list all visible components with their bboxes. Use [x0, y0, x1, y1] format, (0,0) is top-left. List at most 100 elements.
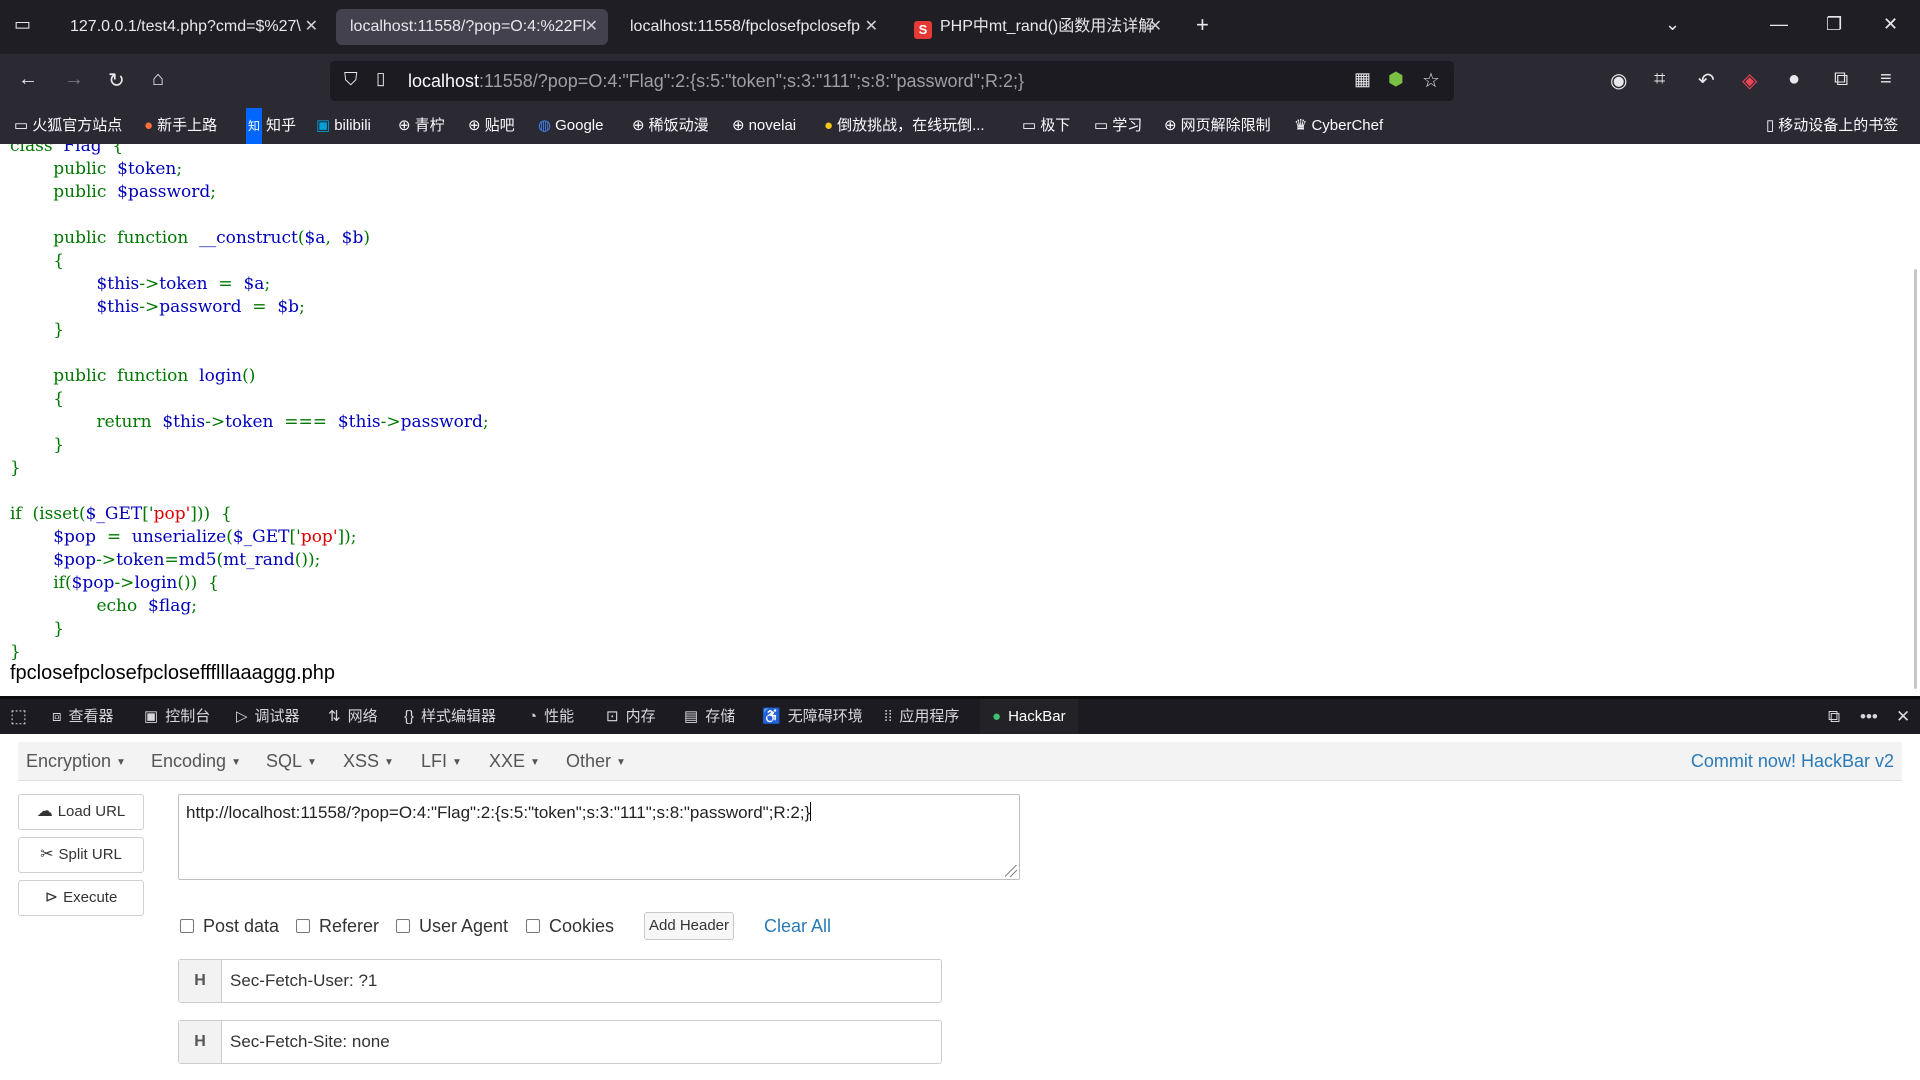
extension-badge-icon[interactable]: ◈: [1742, 68, 1757, 93]
folder-icon: ▭: [14, 117, 29, 134]
reload-icon[interactable]: ↻: [108, 68, 125, 93]
bookmark-item[interactable]: ⊕ 贴吧: [468, 108, 515, 144]
close-window-icon[interactable]: ✕: [1883, 14, 1898, 35]
devtools-tab-hackbar[interactable]: ● HackBar: [980, 699, 1078, 734]
circle-extension-icon[interactable]: ●: [1788, 68, 1800, 91]
devtools-tab-application[interactable]: ⁞⁞ 应用程序: [884, 699, 959, 734]
bookmark-item[interactable]: ● 倒放挑战，在线玩倒...: [824, 108, 985, 144]
new-tab-icon[interactable]: +: [1196, 12, 1209, 38]
hackbar-url-textarea[interactable]: http://localhost:11558/?pop=O:4:"Flag":2…: [178, 794, 1020, 880]
devtools-tab-style-editor[interactable]: {} 样式编辑器: [404, 699, 496, 734]
bookmark-item[interactable]: ▭ 学习: [1094, 108, 1142, 144]
extensions-puzzle-icon[interactable]: ⧉: [1834, 68, 1848, 91]
close-tab-icon[interactable]: ✕: [865, 9, 878, 45]
bookmark-item[interactable]: ● 新手上路: [144, 108, 217, 144]
tab-list-icon[interactable]: ▭: [14, 14, 31, 35]
bookmark-item[interactable]: ▣ bilibili: [316, 108, 371, 144]
bookmark-item[interactable]: ▭ 火狐官方站点: [14, 108, 122, 144]
post-data-checkbox[interactable]: Post data: [180, 912, 279, 940]
bookmark-star-icon[interactable]: ☆: [1422, 68, 1440, 93]
close-tab-icon[interactable]: ✕: [1149, 9, 1162, 45]
execute-button[interactable]: ⊳ Execute: [18, 880, 144, 916]
qr-code-icon[interactable]: ▦: [1354, 69, 1371, 90]
tab-fpclose[interactable]: localhost:11558/fpclosefpclosefp ✕: [616, 9, 888, 45]
devtools-tab-network[interactable]: ⇅ 网络: [328, 699, 378, 734]
bookmark-item[interactable]: ♛ CyberChef: [1294, 108, 1383, 144]
bookmark-item[interactable]: ◍ Google: [538, 108, 603, 144]
commit-link[interactable]: Commit now!: [1691, 751, 1796, 771]
storage-icon: ▤: [684, 708, 699, 725]
header-value-input[interactable]: Sec-Fetch-User: ?1: [230, 960, 377, 1002]
globe-icon: ⊕: [632, 117, 645, 134]
code-line: public function login(): [53, 366, 256, 386]
tab-test4[interactable]: 127.0.0.1/test4.php?cmd=$%27\ ✕: [56, 9, 328, 45]
bookmark-item[interactable]: 知知乎: [246, 108, 296, 144]
memory-chip-icon: ⊡: [606, 708, 619, 725]
user-agent-checkbox[interactable]: User Agent: [396, 912, 508, 940]
menu-lfi[interactable]: LFI ▼: [421, 742, 462, 782]
close-devtools-icon[interactable]: ✕: [1896, 699, 1910, 734]
load-url-button[interactable]: ☁ Load URL: [18, 794, 144, 830]
back-icon[interactable]: ←: [18, 68, 38, 91]
account-icon[interactable]: ◉: [1610, 68, 1627, 93]
hackbar-menu: Encryption ▼ Encoding ▼ SQL ▼ XSS ▼ LFI ▼ XXE…: [18, 742, 1902, 781]
header-value-input[interactable]: Sec-Fetch-Site: none: [230, 1021, 390, 1063]
bookmark-item[interactable]: ▭ 极下: [1022, 108, 1070, 144]
code-line: if($pop->login()) {: [53, 573, 219, 593]
menu-encryption[interactable]: Encryption ▼: [26, 742, 126, 782]
bookmark-item[interactable]: ⊕ 网页解除限制: [1164, 108, 1271, 144]
page-scrollbar[interactable]: [1914, 269, 1917, 689]
more-options-icon[interactable]: •••: [1860, 699, 1878, 734]
element-picker-icon[interactable]: ⬚: [10, 699, 27, 734]
menu-xss[interactable]: XSS ▼: [343, 742, 394, 782]
cookies-checkbox[interactable]: Cookies: [526, 912, 614, 940]
home-icon[interactable]: ⌂: [152, 68, 164, 91]
menu-xxe[interactable]: XXE ▼: [489, 742, 540, 782]
bookmark-item[interactable]: ⊕ novelai: [732, 108, 796, 144]
caret-down-icon: ▼: [452, 757, 462, 768]
bilibili-icon: ▣: [316, 117, 331, 134]
close-tab-icon[interactable]: ✕: [585, 9, 598, 45]
screenshot-crop-icon[interactable]: ⌗: [1654, 68, 1665, 91]
clear-all-link[interactable]: Clear All: [764, 912, 831, 940]
menu-other[interactable]: Other ▼: [566, 742, 626, 782]
devtools-tab-accessibility[interactable]: ♿ 无障碍环境: [762, 699, 863, 734]
menu-encoding[interactable]: Encoding ▼: [151, 742, 241, 782]
tab-pop-active[interactable]: localhost:11558/?pop=O:4:%22Fl ✕: [336, 9, 608, 45]
split-url-button[interactable]: ✂ Split URL: [18, 837, 144, 873]
devtools-tab-memory[interactable]: ⊡ 内存: [606, 699, 656, 734]
tab-mt-rand[interactable]: S PHP中mt_rand()函数用法详解 ✕: [900, 9, 1172, 45]
checkbox-box[interactable]: [396, 919, 410, 933]
forward-icon[interactable]: →: [64, 68, 84, 91]
dock-side-icon[interactable]: ⧉: [1828, 699, 1840, 734]
close-tab-icon[interactable]: ✕: [305, 9, 318, 45]
devtools-tab-inspector[interactable]: ⧈ 查看器: [52, 699, 114, 734]
checkbox-box[interactable]: [526, 919, 540, 933]
menu-hamburger-icon[interactable]: ≡: [1880, 68, 1892, 91]
bookmark-item[interactable]: ⊕ 青柠: [398, 108, 445, 144]
globe-icon: ⊕: [398, 117, 411, 134]
referer-checkbox[interactable]: Referer: [296, 912, 379, 940]
resize-grip-icon[interactable]: [1005, 865, 1017, 877]
tab-overflow-chevron-icon[interactable]: ⌄: [1665, 14, 1680, 35]
checkbox-box[interactable]: [180, 919, 194, 933]
checkbox-box[interactable]: [296, 919, 310, 933]
lemon-icon: ●: [824, 117, 834, 134]
nodejs-extension-icon[interactable]: ⬢: [1388, 69, 1404, 90]
address-bar[interactable]: ⛉ ▯ localhost:11558/?pop=O:4:"Flag":2:{s…: [330, 61, 1454, 101]
cyberchef-icon: ♛: [1294, 117, 1308, 134]
bookmark-item[interactable]: ⊕ 稀饭动漫: [632, 108, 709, 144]
url-text[interactable]: localhost:11558/?pop=O:4:"Flag":2:{s:5:"…: [408, 61, 1024, 101]
devtools-tab-debugger[interactable]: ▷ 调试器: [236, 699, 300, 734]
add-header-button[interactable]: Add Header: [644, 912, 734, 940]
devtools-tab-performance[interactable]: ◔ 性能: [528, 699, 574, 734]
devtools-tab-console[interactable]: ▣ 控制台: [144, 699, 210, 734]
devtools-tab-storage[interactable]: ▤ 存储: [684, 699, 735, 734]
menu-sql[interactable]: SQL ▼: [266, 742, 317, 782]
shield-icon[interactable]: ⛉: [344, 69, 358, 90]
mobile-bookmarks[interactable]: ▯ 移动设备上的书签: [1766, 108, 1898, 144]
code-line: $pop->token=md5(mt_rand());: [53, 550, 321, 570]
restore-icon[interactable]: ❐: [1826, 14, 1842, 35]
minimize-icon[interactable]: —: [1770, 14, 1788, 35]
undo-icon[interactable]: ↶: [1698, 68, 1715, 93]
